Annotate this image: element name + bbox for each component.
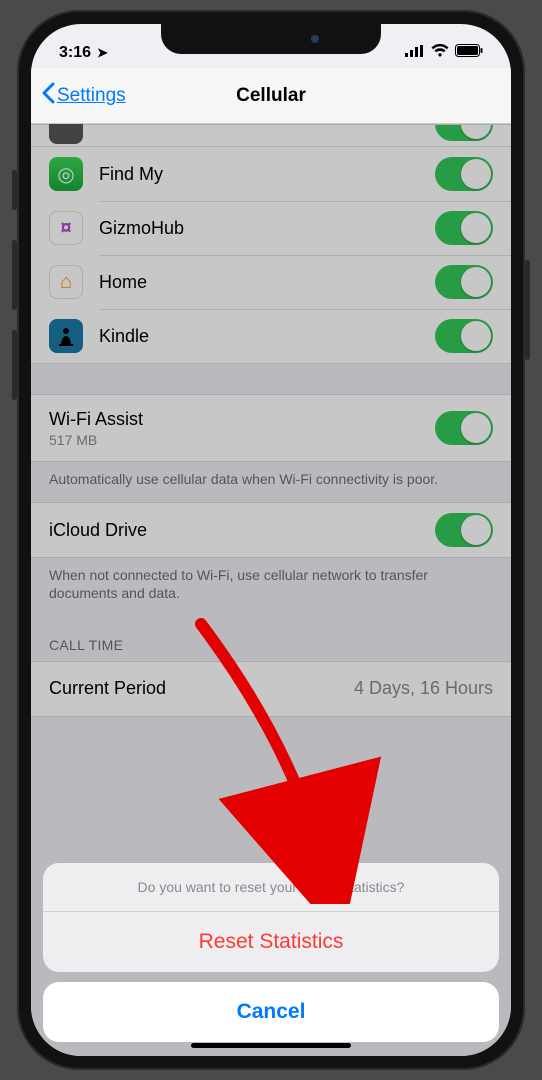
app-label: Home — [99, 272, 435, 293]
screen: 3:16 ➤ Settings — [31, 24, 511, 1056]
current-period-label: Current Period — [49, 678, 354, 699]
current-period-row: Current Period 4 Days, 16 Hours — [31, 662, 511, 716]
wifi-assist-footer: Automatically use cellular data when Wi-… — [31, 462, 511, 502]
kindle-toggle[interactable] — [435, 319, 493, 353]
app-row-home: ⌂ Home — [31, 255, 511, 309]
reset-statistics-button[interactable]: Reset Statistics — [43, 912, 499, 972]
gizmohub-icon: ¤ — [49, 211, 83, 245]
kindle-icon — [49, 319, 83, 353]
camera-dot-icon — [311, 35, 319, 43]
action-sheet-message: Do you want to reset your usage statisti… — [43, 863, 499, 912]
cancel-button[interactable]: Cancel — [43, 982, 499, 1042]
wifi-assist-group: Wi-Fi Assist 517 MB — [31, 394, 511, 462]
volume-down-button — [12, 330, 17, 400]
chevron-left-icon — [41, 82, 55, 110]
calltime-group: Current Period 4 Days, 16 Hours — [31, 661, 511, 717]
app-toggle-group: ◎ Find My ¤ GizmoHub ⌂ Home — [31, 124, 511, 364]
home-indicator[interactable] — [191, 1043, 351, 1048]
calltime-header: CALL TIME — [31, 617, 511, 661]
location-icon: ➤ — [97, 45, 108, 61]
app-row-findmy: ◎ Find My — [31, 147, 511, 201]
notch — [161, 24, 381, 54]
status-time: 3:16 — [59, 44, 91, 62]
side-button — [525, 260, 530, 360]
wifi-assist-label: Wi-Fi Assist — [49, 409, 435, 430]
action-sheet: Do you want to reset your usage statisti… — [43, 863, 499, 1042]
icloud-drive-group: iCloud Drive — [31, 502, 511, 558]
icloud-drive-toggle[interactable] — [435, 513, 493, 547]
home-icon: ⌂ — [49, 265, 83, 299]
app-label: Kindle — [99, 326, 435, 347]
back-button[interactable]: Settings — [41, 82, 126, 110]
icloud-drive-footer: When not connected to Wi-Fi, use cellula… — [31, 558, 511, 616]
mute-switch — [12, 170, 17, 210]
action-sheet-card: Do you want to reset your usage statisti… — [43, 863, 499, 972]
app-toggle-partial[interactable] — [435, 125, 493, 141]
battery-icon — [455, 44, 483, 62]
phone-frame: 3:16 ➤ Settings — [17, 10, 525, 1070]
icloud-drive-row: iCloud Drive — [31, 503, 511, 557]
home-toggle[interactable] — [435, 265, 493, 299]
app-label: Find My — [99, 164, 435, 185]
wifi-icon — [431, 44, 449, 62]
wifi-assist-row: Wi-Fi Assist 517 MB — [31, 395, 511, 461]
wifi-assist-toggle[interactable] — [435, 411, 493, 445]
current-period-value: 4 Days, 16 Hours — [354, 678, 493, 699]
partial-row — [31, 125, 511, 147]
findmy-icon: ◎ — [49, 157, 83, 191]
cellular-signal-icon — [405, 44, 425, 62]
volume-up-button — [12, 240, 17, 310]
app-row-gizmohub: ¤ GizmoHub — [31, 201, 511, 255]
app-icon-partial — [49, 125, 83, 144]
icloud-drive-label: iCloud Drive — [49, 520, 435, 541]
back-label: Settings — [57, 85, 126, 107]
page-title: Cellular — [236, 85, 306, 107]
nav-bar: Settings Cellular — [31, 68, 511, 124]
wifi-assist-usage: 517 MB — [49, 432, 435, 448]
gizmohub-toggle[interactable] — [435, 211, 493, 245]
app-label: GizmoHub — [99, 218, 435, 239]
findmy-toggle[interactable] — [435, 157, 493, 191]
app-row-kindle: Kindle — [31, 309, 511, 363]
